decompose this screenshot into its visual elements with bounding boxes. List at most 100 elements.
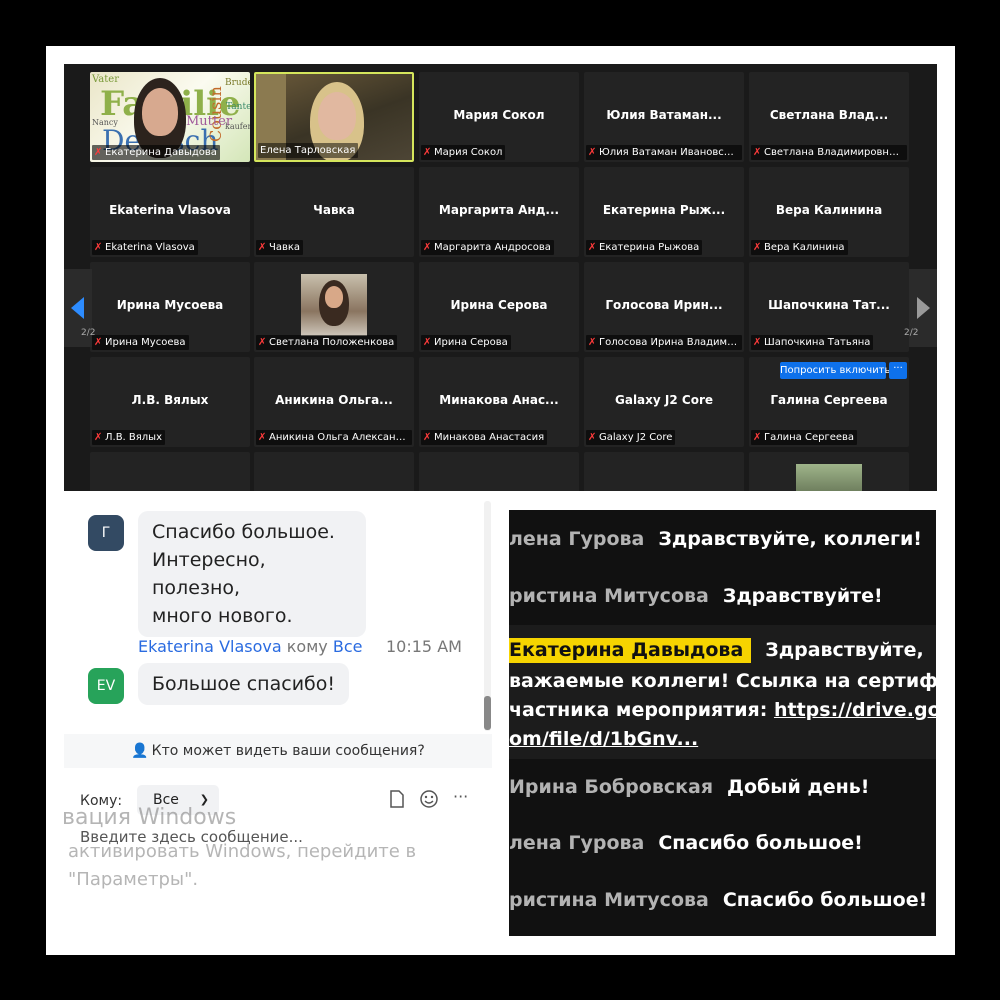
tile[interactable]: Вера Калинина ✗ Вера Калинина xyxy=(749,167,909,257)
tile[interactable]: Голосова Ирин... ✗ Голосова Ирина Владими… xyxy=(584,262,744,352)
tile[interactable]: Светлана Влад... ✗ Светлана Владимировна … xyxy=(749,72,909,162)
participant-label: ✗ Ekaterina Vlasova xyxy=(92,240,198,255)
tile-name: Минакова Анас... xyxy=(439,393,559,407)
emoji-icon[interactable] xyxy=(420,790,438,812)
tile[interactable] xyxy=(419,452,579,491)
participant-label: ✗ Галина Сергеева xyxy=(751,430,858,445)
tile-name: Ирина Мусоева xyxy=(116,298,224,312)
participant-label: ✗ Голосова Ирина Владими... xyxy=(586,335,742,350)
message-bubble: Спасибо большое. Интересно, полезно, мно… xyxy=(138,511,366,637)
participant-label: ✗ Екатерина Давыдова xyxy=(92,145,220,160)
page-indicator: 2/2 xyxy=(81,328,96,338)
mic-muted-icon: ✗ xyxy=(588,337,597,348)
message-bubble: Большое спасибо! xyxy=(138,663,350,705)
tile[interactable]: Шапочкина Тат... ✗ Шапочкина Татьяна xyxy=(749,262,909,352)
mic-muted-icon: ✗ xyxy=(588,432,597,443)
video-tile-elena-tarlovskaya[interactable]: Елена Тарловская xyxy=(254,72,414,162)
caption-line: важаемые коллеги! Ссылка на сертифи xyxy=(509,670,936,692)
tile[interactable]: Юлия Ватаман... ✗ Юлия Ватаман Ивановская… xyxy=(584,72,744,162)
tile-name: Вера Калинина xyxy=(775,203,883,217)
to-field-label: Кому: xyxy=(80,793,123,809)
participant-label: ✗ Вера Калинина xyxy=(751,240,848,255)
participant-label: ✗ Galaxy J2 Core xyxy=(586,430,676,445)
to-label: кому xyxy=(286,637,328,656)
tile[interactable] xyxy=(90,452,250,491)
mic-muted-icon: ✗ xyxy=(588,147,597,158)
participant-face xyxy=(325,286,343,308)
word-cloud-word: Nancy xyxy=(92,118,118,127)
more-options-button[interactable]: ··· xyxy=(889,362,907,379)
chevron-right-icon xyxy=(917,297,930,319)
privacy-notice[interactable]: 👤 Кто может видеть ваши сообщения? xyxy=(64,734,492,768)
mic-muted-icon: ✗ xyxy=(423,432,432,443)
tile-name: Мария Сокол xyxy=(453,108,545,122)
chevron-left-icon xyxy=(71,297,84,319)
participant-face xyxy=(142,88,178,136)
tile[interactable]: Аникина Ольга... ✗ Аникина Ольга Александ… xyxy=(254,357,414,447)
caption-line: ристина Митусова Спасибо большое! xyxy=(509,889,927,911)
caption-message: Спасибо большое! xyxy=(722,889,928,911)
mic-muted-icon: ✗ xyxy=(258,242,267,253)
participant-label: ✗ Ирина Мусоева xyxy=(92,335,189,350)
tile[interactable] xyxy=(749,452,909,491)
tile[interactable]: Маргарита Анд... ✗ Маргарита Андросова xyxy=(419,167,579,257)
mic-muted-icon: ✗ xyxy=(423,337,432,348)
page-indicator: 2/2 xyxy=(904,328,919,338)
ask-to-unmute-button[interactable]: Попросить включить xyxy=(780,362,890,379)
tile[interactable]: Galaxy J2 Core ✗ Galaxy J2 Core xyxy=(584,357,744,447)
tile[interactable]: Ekaterina Vlasova ✗ Ekaterina Vlasova xyxy=(90,167,250,257)
mic-muted-icon: ✗ xyxy=(94,242,103,253)
mic-muted-icon: ✗ xyxy=(753,432,762,443)
mic-muted-icon: ✗ xyxy=(423,242,432,253)
mic-muted-icon: ✗ xyxy=(423,147,432,158)
more-icon[interactable]: ··· xyxy=(453,787,468,806)
participant-label: ✗ Светлана Положенкова xyxy=(256,335,398,350)
participant-label: ✗ Минакова Анастасия xyxy=(421,430,548,445)
tile[interactable]: Минакова Анас... ✗ Минакова Анастасия xyxy=(419,357,579,447)
caption-message: Здравствуйте, коллеги! xyxy=(658,528,922,550)
video-tile-svetlana-polozhenkova[interactable]: ✗ Светлана Положенкова xyxy=(254,262,414,352)
tile[interactable]: Екатерина Рыж... ✗ Екатерина Рыжова xyxy=(584,167,744,257)
tile-name: Аникина Ольга... xyxy=(275,393,393,407)
caption-name: Ирина Бобровская xyxy=(509,776,714,798)
tile[interactable]: Ирина Мусоева ✗ Ирина Мусоева xyxy=(90,262,250,352)
recipient-select-value: Все xyxy=(153,792,179,808)
caption-message: Здравствуйте! xyxy=(722,585,883,607)
chat-panel: Г Спасибо большое. Интересно, полезно, м… xyxy=(64,491,492,891)
message-line: много нового. xyxy=(152,605,293,627)
participant-label: ✗ Маргарита Андросова xyxy=(421,240,554,255)
video-tile-ekaterina-davydova[interactable]: Vater Familie Deutsch Cousin Mutter Brud… xyxy=(90,72,250,162)
tile-name: Юлия Ватаман... xyxy=(606,108,722,122)
message-line: Большое спасибо! xyxy=(152,673,336,695)
recipient-name[interactable]: Все xyxy=(333,637,363,656)
message-input[interactable] xyxy=(80,828,460,846)
sender-name[interactable]: Ekaterina Vlasova xyxy=(138,637,282,656)
tile[interactable]: Мария Сокол ✗ Мария Сокол xyxy=(419,72,579,162)
tile-name: Галина Сергеева xyxy=(770,393,888,407)
participant-label: ✗ Шапочкина Татьяна xyxy=(751,335,874,350)
caption-link[interactable]: om/file/d/1bGnv... xyxy=(509,728,698,750)
tile[interactable] xyxy=(584,452,744,491)
mic-muted-icon: ✗ xyxy=(588,242,597,253)
tile-name: Ирина Серова xyxy=(450,298,548,312)
scrollbar-thumb[interactable] xyxy=(484,696,491,730)
file-icon[interactable] xyxy=(389,790,405,812)
participant-face xyxy=(318,92,356,140)
participant-label: ✗ Екатерина Рыжова xyxy=(586,240,703,255)
caption-line: Екатерина Давыдова Здравствуйте, xyxy=(509,638,924,663)
tile[interactable]: Л.В. Вялых ✗ Л.В. Вялых xyxy=(90,357,250,447)
mic-muted-icon: ✗ xyxy=(753,242,762,253)
caption-link[interactable]: https://drive.goo xyxy=(774,699,936,721)
caption-name: лена Гурова xyxy=(509,832,645,854)
windows-watermark: "Параметры". xyxy=(68,869,199,890)
tile-name: Маргарита Анд... xyxy=(438,203,560,217)
tile-name: Шапочкина Тат... xyxy=(768,298,890,312)
tile[interactable]: Чавка ✗ Чавка xyxy=(254,167,414,257)
recipient-select[interactable]: Все ❯ xyxy=(137,785,219,815)
participant-label: Елена Тарловская xyxy=(258,143,359,158)
message-line: Спасибо большое. xyxy=(152,521,335,543)
tile[interactable]: Ирина Серова ✗ Ирина Серова xyxy=(419,262,579,352)
caption-name-highlighted: Екатерина Давыдова xyxy=(509,638,752,663)
participant-label: ✗ Светлана Владимировна ... xyxy=(751,145,907,160)
tile[interactable] xyxy=(254,452,414,491)
